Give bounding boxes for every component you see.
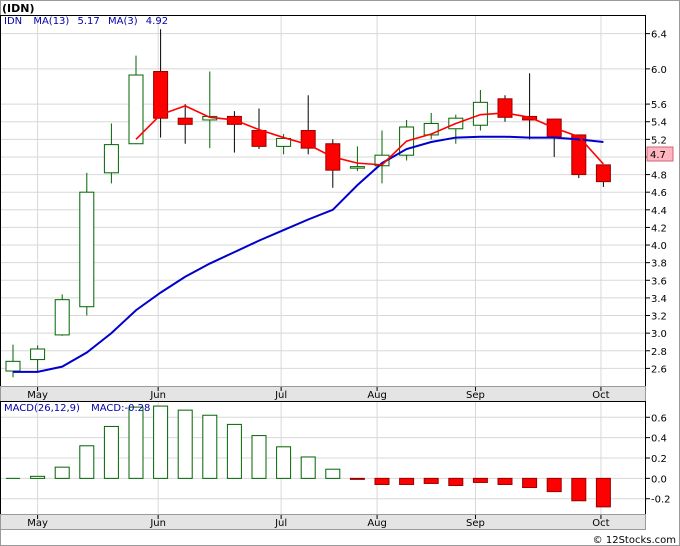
legend-ma3-label: MA(3) <box>108 16 138 27</box>
macd-tick-label: 0.4 <box>651 434 667 445</box>
month-label: Jun <box>149 518 166 529</box>
month-axis-strip-lower <box>0 514 646 530</box>
candle-body <box>595 164 611 183</box>
price-tick-label: 3.4 <box>651 294 667 305</box>
month-label: Aug <box>367 390 387 401</box>
macd-tick-label: 0.0 <box>651 474 667 485</box>
price-tick-label: 6.4 <box>651 30 667 41</box>
macd-bar <box>251 435 267 479</box>
month-label: May <box>27 390 48 401</box>
watermark: © 12Stocks.com <box>593 535 676 546</box>
macd-tick-label: -0.2 <box>651 495 671 506</box>
candle-body <box>349 166 365 169</box>
macd-bar <box>374 477 390 485</box>
macd-tick-label: 0.2 <box>651 454 667 465</box>
month-label: Oct <box>592 518 609 529</box>
macd-legend: MACD(26,12,9) MACD:-0.28 <box>4 403 150 414</box>
price-tick-label: 4.2 <box>651 223 667 234</box>
macd-bar <box>177 409 193 479</box>
price-tick-label: 3.8 <box>651 259 667 270</box>
price-tick-label: 2.6 <box>651 364 667 375</box>
price-tick-label: 5.4 <box>651 118 667 129</box>
month-axis-strip-upper <box>0 386 646 402</box>
price-panel <box>0 15 646 387</box>
candle-body <box>79 191 95 308</box>
candle-body <box>30 348 46 361</box>
macd-bar <box>349 477 365 480</box>
price-tick-label: 4.6 <box>651 188 667 199</box>
stock-chart: (IDN) 2.6 2.8 3.0 3.2 3.4 3.6 3.8 4.0 4.2 4.4 4.6 4… <box>0 0 680 546</box>
macd-bar <box>202 414 218 479</box>
chart-root: (IDN) 2.6 2.8 3.0 3.2 3.4 3.6 3.8 4.0 4.2 4.4 4.6 4… <box>0 0 680 546</box>
macd-bar <box>571 477 587 502</box>
macd-bar <box>325 468 341 479</box>
month-label: May <box>27 518 48 529</box>
macd-bar <box>128 406 144 479</box>
macd-bar <box>300 456 316 479</box>
candle-body <box>54 299 70 336</box>
macd-bar <box>54 466 70 479</box>
macd-bar <box>153 405 169 479</box>
price-tick-label: 5.2 <box>651 135 667 146</box>
price-tick-label: 4.4 <box>651 206 667 217</box>
macd-bar <box>226 423 242 479</box>
price-tick-label: 3.2 <box>651 312 667 323</box>
legend-ma13-label: MA(13) <box>33 16 69 27</box>
candle-body <box>251 130 267 147</box>
macd-bar <box>399 477 415 485</box>
month-label: Oct <box>592 390 609 401</box>
price-tick-label: 6.0 <box>651 65 667 76</box>
last-price-label: 4.7 <box>650 150 666 161</box>
macd-bar <box>276 446 292 479</box>
price-tick-label: 5.6 <box>651 100 667 111</box>
chart-title: (IDN) <box>2 2 34 15</box>
macd-bar <box>79 445 95 479</box>
macd-bar <box>546 477 562 493</box>
month-label: Jun <box>149 390 166 401</box>
macd-bar <box>522 477 538 489</box>
macd-bar <box>103 425 119 479</box>
candle-body <box>571 134 587 176</box>
price-tick-label: 3.0 <box>651 329 667 340</box>
macd-bar <box>448 477 464 486</box>
price-tick-label: 2.8 <box>651 347 667 358</box>
macd-bar <box>30 475 46 479</box>
price-tick-label: 3.6 <box>651 276 667 287</box>
price-tick-label: 4.8 <box>651 171 667 182</box>
legend-ma13-value: 5.17 <box>78 16 100 27</box>
macd-legend-value: MACD:-0.28 <box>91 403 150 414</box>
month-label: Sep <box>466 518 485 529</box>
month-label: Jul <box>274 390 287 401</box>
month-label: Sep <box>466 390 485 401</box>
macd-bar <box>595 477 611 508</box>
macd-legend-label: MACD(26,12,9) <box>4 403 80 414</box>
macd-tick-label: 0.6 <box>651 413 667 424</box>
candle-body <box>177 117 193 125</box>
macd-bar <box>497 477 513 485</box>
price-tick-label: 4.0 <box>651 241 667 252</box>
month-label: Jul <box>274 518 287 529</box>
month-label: Aug <box>367 518 387 529</box>
candle-body <box>153 71 169 119</box>
macd-bar <box>423 477 439 484</box>
candle-body <box>103 144 119 174</box>
legend-symbol: IDN <box>4 16 22 27</box>
macd-bar <box>472 477 488 483</box>
candle-body <box>5 360 21 372</box>
legend-ma3-value: 4.92 <box>146 16 168 27</box>
